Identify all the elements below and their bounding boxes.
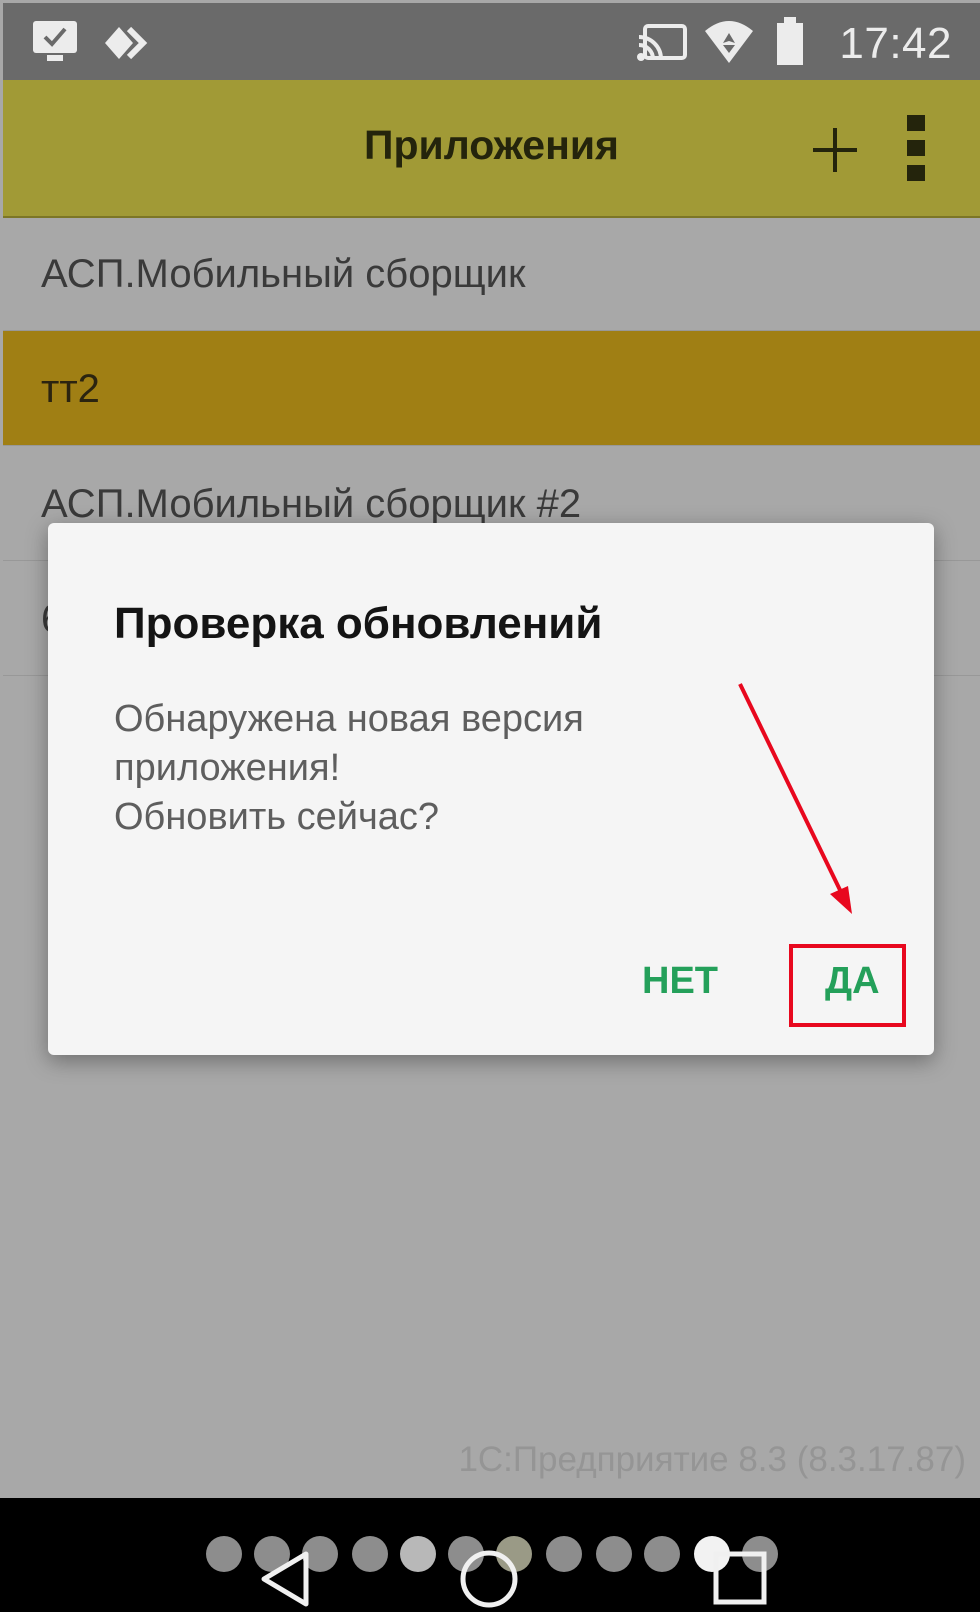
list-item-selected[interactable]: тт2	[3, 331, 980, 446]
plus-icon[interactable]	[809, 124, 861, 176]
home-icon[interactable]	[458, 1548, 520, 1610]
no-button[interactable]: НЕТ	[642, 960, 718, 1003]
recent-thumbnail	[596, 1536, 632, 1572]
cast-icon	[637, 24, 687, 61]
monitor-check-icon	[33, 21, 77, 61]
recent-thumbnail	[400, 1536, 436, 1572]
update-dialog: Проверка обновлений Обнаружена новая вер…	[48, 523, 934, 1055]
more-vert-icon[interactable]	[901, 115, 931, 181]
dialog-message: Обнаружена новая версия приложения! Обно…	[114, 695, 874, 842]
list-item[interactable]: АСП.Мобильный сборщик	[3, 216, 980, 331]
dialog-message-line: приложения!	[114, 747, 341, 789]
dialog-message-line: Обновить сейчас?	[114, 796, 440, 838]
list-item-label: тт2	[41, 367, 100, 411]
recent-thumbnail	[546, 1536, 582, 1572]
platform-version: 1С:Предприятие 8.3 (8.3.17.87)	[458, 1440, 966, 1479]
recent-thumbnail	[206, 1536, 242, 1572]
app-toolbar: Приложения	[3, 80, 980, 218]
recent-thumbnail	[352, 1536, 388, 1572]
list-item-label: АСП.Мобильный сборщик	[41, 252, 526, 296]
recent-thumbnail	[644, 1536, 680, 1572]
battery-icon	[777, 17, 803, 65]
code-arrows-icon	[105, 26, 148, 60]
status-clock: 17:42	[839, 19, 952, 68]
app-screen: 17:42 Приложения АСП.Мобильный сборщик т…	[0, 0, 980, 1612]
status-bar: 17:42	[3, 3, 980, 80]
annotation-highlight-box	[789, 944, 906, 1027]
list-item-label: АСП.Мобильный сборщик #2	[41, 482, 582, 526]
navigation-bar	[0, 1498, 980, 1612]
recents-icon[interactable]	[712, 1550, 768, 1606]
back-icon[interactable]	[256, 1548, 316, 1610]
wifi-icon	[705, 21, 753, 63]
dialog-title: Проверка обновлений	[114, 599, 603, 648]
dialog-message-line: Обнаружена новая версия	[114, 698, 584, 740]
